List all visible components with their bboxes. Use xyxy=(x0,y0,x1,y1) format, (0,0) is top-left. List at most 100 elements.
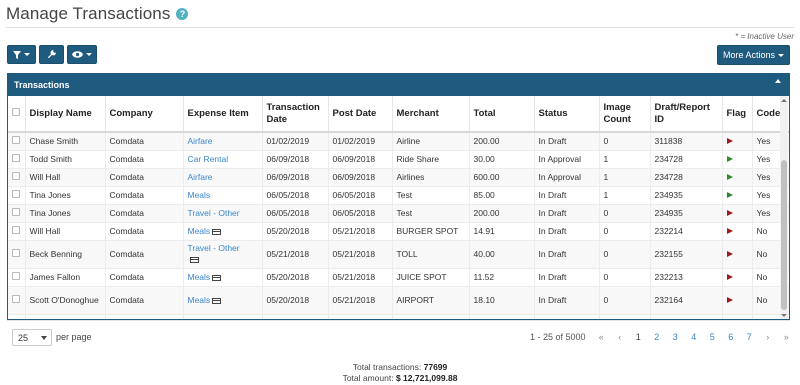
row-checkbox[interactable] xyxy=(12,272,20,280)
expense-item-link[interactable]: Car Rental xyxy=(183,150,263,169)
expense-item-link[interactable]: Meals xyxy=(183,286,263,315)
flag-icon[interactable] xyxy=(726,192,733,198)
first-page-button[interactable]: « xyxy=(592,330,611,344)
wrench-icon xyxy=(47,50,56,59)
expense-item-link[interactable]: Travel - Other xyxy=(183,240,263,269)
table-row[interactable]: James Fallon Comdata Meals 05/20/2018 05/21/… xyxy=(8,268,789,287)
expense-item-link[interactable]: Airfare xyxy=(183,168,263,187)
chevron-down-icon xyxy=(86,53,92,56)
row-checkbox[interactable] xyxy=(12,249,20,257)
page-button-3[interactable]: 3 xyxy=(666,330,685,344)
page-button-1[interactable]: 1 xyxy=(629,330,648,344)
column-header[interactable]: Flag xyxy=(722,96,753,133)
page-button-4[interactable]: 4 xyxy=(685,330,704,344)
tdate-cell: 06/09/2018 xyxy=(262,150,329,169)
row-checkbox[interactable] xyxy=(12,136,20,145)
prev-page-button[interactable]: ‹ xyxy=(611,330,630,344)
table-row[interactable]: Beck Benning Comdata Travel - Other 05/21/2… xyxy=(8,240,789,269)
page-button-7[interactable]: 7 xyxy=(740,330,759,344)
column-header[interactable]: Image Count xyxy=(599,96,651,133)
merchant-cell: AIRPORT xyxy=(392,286,470,315)
flag-cell xyxy=(722,240,753,269)
flag-icon[interactable] xyxy=(726,210,733,216)
flag-cell xyxy=(722,204,753,223)
table-row[interactable]: Will Hall Comdata Meals 05/20/2018 05/21/201… xyxy=(8,222,789,241)
scroll-down-icon[interactable] xyxy=(781,314,787,317)
select-all-cell xyxy=(8,96,26,133)
tdate-cell: 05/20/2018 xyxy=(262,222,329,241)
column-header[interactable]: Merchant xyxy=(392,96,470,133)
column-header[interactable]: Transaction Date xyxy=(262,96,329,133)
flag-cell xyxy=(722,222,753,241)
row-checkbox[interactable] xyxy=(12,208,20,216)
column-header[interactable]: Status xyxy=(534,96,600,133)
merchant-cell: Airlines xyxy=(392,168,470,187)
column-header[interactable]: Draft/Report ID xyxy=(650,96,723,133)
page-button-6[interactable]: 6 xyxy=(722,330,741,344)
pagination: « ‹ 1 2 3 4 5 6 7 › » xyxy=(592,330,796,344)
row-select-cell xyxy=(8,132,26,151)
row-checkbox[interactable] xyxy=(12,190,20,198)
status-cell: In Draft xyxy=(534,286,600,315)
table-row[interactable]: Tina Jones Comdata Travel - Other 06/05/201… xyxy=(8,204,789,223)
expense-item-link[interactable]: Meals xyxy=(183,186,263,205)
column-header[interactable]: Company xyxy=(105,96,184,133)
row-select-cell xyxy=(8,268,26,287)
settings-button[interactable] xyxy=(39,45,64,64)
flag-icon[interactable] xyxy=(726,274,733,280)
flag-cell xyxy=(722,132,753,151)
expense-item-link[interactable]: Airfare xyxy=(183,132,263,151)
tdate-cell: 06/05/2018 xyxy=(262,186,329,205)
table-row[interactable]: Chase Smith Comdata Airfare 01/02/2019 01/02… xyxy=(8,132,789,151)
per-page-select[interactable]: 25 xyxy=(12,329,52,346)
total-cell: 14.91 xyxy=(469,222,535,241)
help-icon[interactable]: ? xyxy=(176,8,189,20)
view-options-button[interactable] xyxy=(67,45,97,64)
more-actions-button[interactable]: More Actions xyxy=(717,45,790,65)
column-header[interactable]: Post Date xyxy=(328,96,393,133)
credit-card-icon xyxy=(212,297,222,304)
images-cell: 0 xyxy=(599,132,651,151)
table-row[interactable]: Todd Smith Comdata Car Rental 06/09/2018 06/… xyxy=(8,150,789,169)
tdate-cell: 05/20/2018 xyxy=(262,286,329,315)
company-cell: Comdata xyxy=(105,150,184,169)
filter-button[interactable] xyxy=(7,45,36,64)
company-cell: Comdata xyxy=(105,240,184,269)
expense-item-link[interactable]: Meals xyxy=(183,222,263,241)
flag-icon[interactable] xyxy=(726,251,733,257)
company-cell: Comdata xyxy=(105,204,184,223)
name-cell: Chase Smith xyxy=(25,132,106,151)
expense-item-link[interactable]: Travel - Other xyxy=(183,204,263,223)
expense-item-link[interactable]: Meals xyxy=(183,268,263,287)
flag-icon[interactable] xyxy=(726,156,733,162)
row-checkbox[interactable] xyxy=(12,154,20,162)
images-cell: 1 xyxy=(599,150,651,169)
row-checkbox[interactable] xyxy=(12,295,20,303)
page-button-5[interactable]: 5 xyxy=(703,330,722,344)
collapse-icon[interactable] xyxy=(775,79,781,83)
pdate-cell: 05/21/2018 xyxy=(328,222,393,241)
column-header[interactable]: Display Name xyxy=(25,96,106,133)
pdate-cell: 05/21/2018 xyxy=(328,240,393,269)
select-all-checkbox[interactable] xyxy=(12,107,20,116)
column-header[interactable]: Expense Item xyxy=(183,96,263,133)
flag-icon[interactable] xyxy=(726,138,733,145)
table-scrollbar[interactable] xyxy=(780,96,788,319)
table-row[interactable]: Will Hall Comdata Airfare 06/09/2018 06/09/2… xyxy=(8,168,789,187)
status-cell: In Draft xyxy=(534,132,600,151)
scroll-up-icon[interactable] xyxy=(781,99,787,102)
row-checkbox[interactable] xyxy=(12,226,20,234)
scrollbar-thumb[interactable] xyxy=(781,160,787,310)
row-checkbox[interactable] xyxy=(12,172,20,180)
chevron-down-icon xyxy=(41,336,47,340)
last-page-button[interactable]: » xyxy=(777,330,796,344)
flag-icon[interactable] xyxy=(726,297,733,303)
table-row[interactable]: Tina Jones Comdata Meals 06/05/2018 06/05/20… xyxy=(8,186,789,205)
table-row[interactable]: Scott O'Donoghue Comdata Meals 05/20/2018 05… xyxy=(8,286,789,315)
flag-icon[interactable] xyxy=(726,228,733,234)
flag-icon[interactable] xyxy=(726,174,733,180)
merchant-cell: Airline xyxy=(392,132,470,151)
column-header[interactable]: Total xyxy=(469,96,535,133)
next-page-button[interactable]: › xyxy=(759,330,778,344)
page-button-2[interactable]: 2 xyxy=(648,330,667,344)
